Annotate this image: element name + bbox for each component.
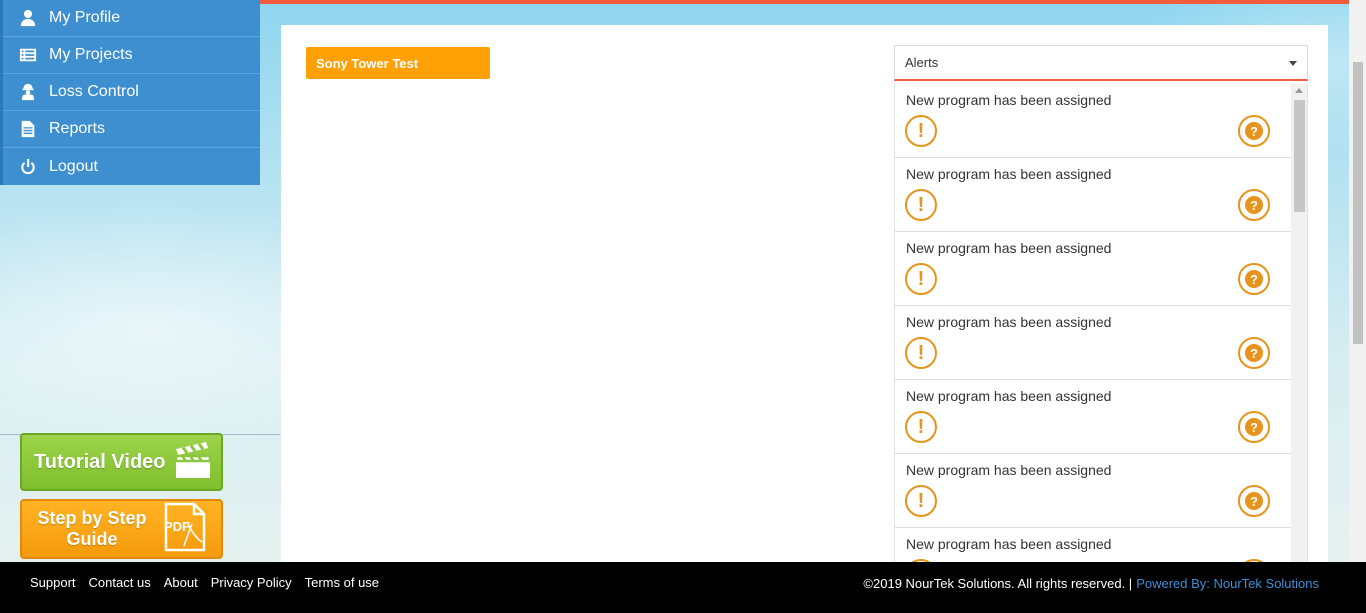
sidebar-item-label: Reports bbox=[49, 120, 106, 137]
help-icon[interactable]: ? bbox=[1238, 411, 1270, 443]
help-icon[interactable]: ? bbox=[1238, 189, 1270, 221]
warning-icon: ! bbox=[905, 263, 937, 295]
list-item: New program has been assigned ! ? bbox=[895, 84, 1291, 158]
help-glyph: ? bbox=[1245, 418, 1263, 436]
alert-message: New program has been assigned bbox=[906, 240, 1112, 256]
alert-message: New program has been assigned bbox=[906, 92, 1112, 108]
sidebar-item-label: Loss Control bbox=[49, 83, 139, 100]
alerts-scrollbar-thumb[interactable] bbox=[1294, 100, 1305, 212]
footer-link-about[interactable]: About bbox=[164, 575, 198, 590]
warning-glyph: ! bbox=[917, 416, 925, 438]
sidebar-item-loss-control[interactable]: Loss Control bbox=[3, 74, 260, 111]
copyright-text: ©2019 NourTek Solutions. All rights rese… bbox=[863, 576, 1133, 591]
alert-message: New program has been assigned bbox=[906, 388, 1112, 404]
chevron-down-icon bbox=[1289, 61, 1297, 66]
document-icon bbox=[17, 119, 39, 139]
footer-link-support[interactable]: Support bbox=[30, 575, 76, 590]
warning-icon: ! bbox=[905, 485, 937, 517]
alert-message: New program has been assigned bbox=[906, 462, 1112, 478]
pdf-icon: PDF bbox=[162, 502, 208, 557]
main-panel: Sony Tower Test Alerts New program has b… bbox=[281, 25, 1328, 565]
help-icon[interactable]: ? bbox=[1238, 115, 1270, 147]
warning-icon: ! bbox=[905, 115, 937, 147]
list-item: New program has been assigned ! ? bbox=[895, 454, 1291, 528]
list-item: New program has been assigned ! ? bbox=[895, 306, 1291, 380]
scroll-up-arrow-icon[interactable] bbox=[1295, 88, 1303, 93]
warning-icon: ! bbox=[905, 337, 937, 369]
sidebar-item-label: My Projects bbox=[49, 46, 133, 63]
warning-icon: ! bbox=[905, 411, 937, 443]
help-icon[interactable]: ? bbox=[1238, 263, 1270, 295]
sidebar-item-reports[interactable]: Reports bbox=[3, 111, 260, 148]
footer-link-contact[interactable]: Contact us bbox=[89, 575, 151, 590]
footer-link-privacy[interactable]: Privacy Policy bbox=[211, 575, 292, 590]
warning-glyph: ! bbox=[917, 490, 925, 512]
alerts-list: New program has been assigned ! ? New pr… bbox=[894, 84, 1308, 565]
list-icon bbox=[17, 45, 39, 65]
user-icon bbox=[17, 8, 39, 28]
warning-glyph: ! bbox=[917, 120, 925, 142]
sidebar-item-label: Logout bbox=[49, 157, 98, 175]
worker-icon bbox=[17, 82, 39, 102]
sidebar-nav: My Profile My Projects Loss Control Repo… bbox=[0, 0, 260, 185]
list-item: New program has been assigned ! ? bbox=[895, 158, 1291, 232]
tutorial-video-button[interactable]: Tutorial Video bbox=[20, 433, 223, 491]
alert-message: New program has been assigned bbox=[906, 166, 1112, 182]
step-guide-label-line1: Step by Step bbox=[37, 508, 147, 528]
help-glyph: ? bbox=[1245, 196, 1263, 214]
list-item: New program has been assigned ! ? bbox=[895, 380, 1291, 454]
power-icon bbox=[17, 157, 39, 177]
help-glyph: ? bbox=[1245, 344, 1263, 362]
list-item: New program has been assigned ! ? bbox=[895, 528, 1291, 564]
project-button[interactable]: Sony Tower Test bbox=[306, 47, 490, 79]
warning-glyph: ! bbox=[917, 342, 925, 364]
alert-message: New program has been assigned bbox=[906, 314, 1112, 330]
footer-copyright-area: ©2019 NourTek Solutions. All rights rese… bbox=[863, 576, 1319, 591]
alerts-dropdown[interactable]: Alerts bbox=[894, 45, 1308, 81]
page-scrollbar[interactable] bbox=[1349, 0, 1366, 562]
help-glyph: ? bbox=[1245, 122, 1263, 140]
sidebar-item-label: My Profile bbox=[49, 9, 121, 26]
help-glyph: ? bbox=[1245, 492, 1263, 510]
header-accent-line bbox=[260, 0, 1350, 4]
footer: Support Contact us About Privacy Policy … bbox=[0, 562, 1366, 613]
clapperboard-icon bbox=[174, 440, 212, 485]
tutorial-video-label: Tutorial Video bbox=[34, 450, 166, 473]
powered-by-link[interactable]: Powered By: NourTek Solutions bbox=[1136, 576, 1319, 591]
list-item: New program has been assigned ! ? bbox=[895, 232, 1291, 306]
sidebar-item-my-projects[interactable]: My Projects bbox=[3, 37, 260, 74]
sidebar-item-my-profile[interactable]: My Profile bbox=[3, 0, 260, 37]
step-guide-label-line2: Guide bbox=[66, 529, 118, 549]
alert-message: New program has been assigned bbox=[906, 536, 1112, 552]
warning-icon: ! bbox=[905, 189, 937, 221]
help-glyph: ? bbox=[1245, 270, 1263, 288]
pdf-icon-text: PDF bbox=[164, 519, 190, 534]
warning-glyph: ! bbox=[917, 194, 925, 216]
footer-links: Support Contact us About Privacy Policy … bbox=[30, 575, 392, 590]
help-icon[interactable]: ? bbox=[1238, 337, 1270, 369]
alerts-scrollbar[interactable] bbox=[1291, 84, 1307, 564]
sidebar-item-logout[interactable]: Logout bbox=[3, 148, 260, 185]
step-by-step-guide-button[interactable]: Step by Step Guide PDF bbox=[20, 499, 223, 559]
help-icon[interactable]: ? bbox=[1238, 485, 1270, 517]
alerts-dropdown-value: Alerts bbox=[905, 55, 939, 70]
footer-link-terms[interactable]: Terms of use bbox=[305, 575, 379, 590]
page-scrollbar-thumb[interactable] bbox=[1353, 62, 1363, 344]
step-guide-label: Step by Step Guide bbox=[22, 508, 148, 550]
warning-glyph: ! bbox=[917, 268, 925, 290]
